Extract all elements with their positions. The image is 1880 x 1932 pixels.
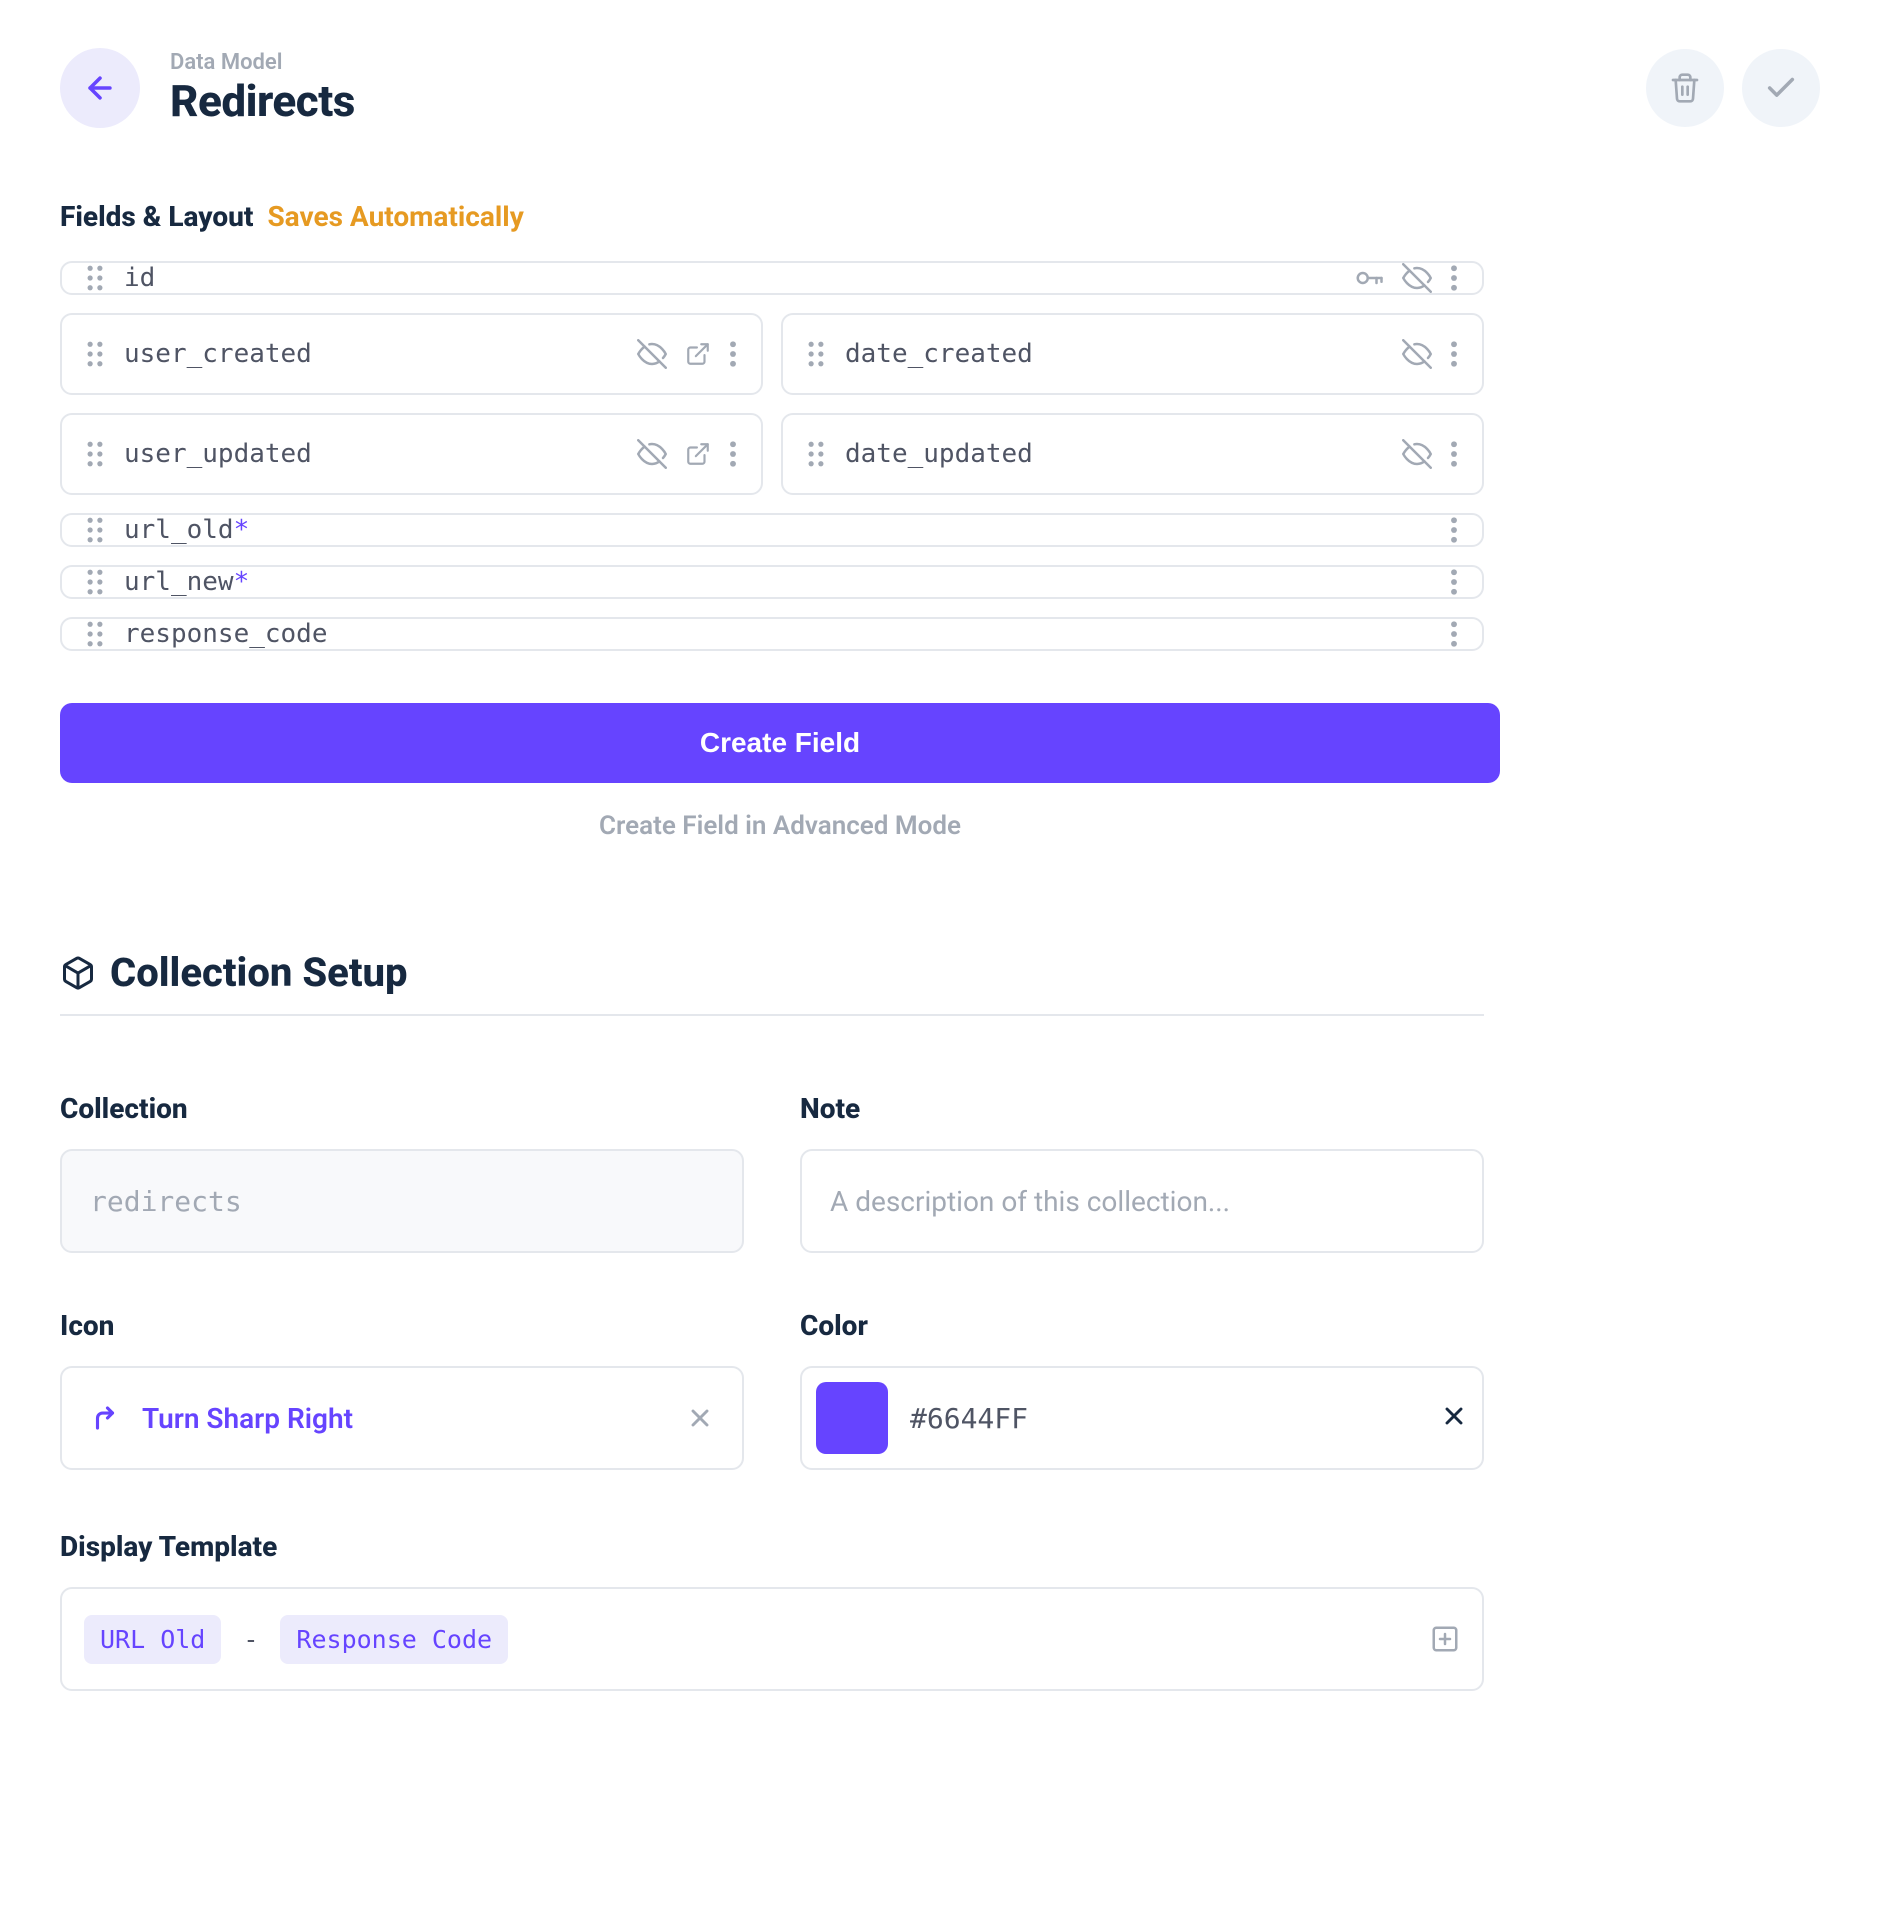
color-group: Color #6644FF	[800, 1309, 1484, 1470]
drag-handle-icon[interactable]	[86, 621, 104, 647]
field-menu-button[interactable]	[1450, 621, 1458, 647]
check-icon	[1764, 71, 1798, 105]
drag-handle-icon[interactable]	[807, 341, 825, 367]
autosave-label: Saves Automatically	[267, 200, 523, 233]
field-actions	[637, 439, 737, 469]
key-icon	[1354, 263, 1384, 293]
field-row-response-code[interactable]: response_code	[60, 617, 1484, 651]
field-name: response_code	[124, 619, 1430, 649]
clear-color-button[interactable]	[1440, 1402, 1468, 1434]
box-icon	[60, 955, 96, 991]
field-row-url-old[interactable]: url_old*	[60, 513, 1484, 547]
trash-icon	[1669, 72, 1701, 104]
create-field-advanced-link[interactable]: Create Field in Advanced Mode	[60, 811, 1500, 841]
field-actions	[1402, 339, 1458, 369]
icon-label: Icon	[60, 1309, 744, 1342]
field-menu-button[interactable]	[1450, 441, 1458, 467]
drag-handle-icon[interactable]	[86, 569, 104, 595]
field-menu-button[interactable]	[1450, 265, 1458, 291]
create-field-button[interactable]: Create Field	[60, 703, 1500, 783]
template-chip[interactable]: URL Old	[84, 1615, 221, 1664]
field-name: date_updated	[845, 439, 1382, 469]
fields-section-heading: Fields & Layout Saves Automatically	[60, 200, 1820, 233]
field-menu-button[interactable]	[729, 341, 737, 367]
field-row-user-created[interactable]: user_created	[60, 313, 763, 395]
collection-label: Collection	[60, 1092, 744, 1125]
fields-list: id user_created date_created	[60, 261, 1484, 651]
field-menu-button[interactable]	[1450, 517, 1458, 543]
color-input[interactable]: #6644FF	[800, 1366, 1484, 1470]
collection-input	[60, 1149, 744, 1253]
delete-button[interactable]	[1646, 49, 1724, 127]
collection-setup-title: Collection Setup	[110, 949, 408, 996]
color-value: #6644FF	[910, 1402, 1418, 1435]
turn-sharp-right-icon	[90, 1403, 120, 1433]
display-template-label: Display Template	[60, 1530, 1484, 1563]
clear-icon-button[interactable]	[686, 1404, 714, 1432]
field-menu-button[interactable]	[1450, 341, 1458, 367]
template-separator: -	[237, 1625, 264, 1654]
note-group: Note	[800, 1092, 1484, 1253]
drag-handle-icon[interactable]	[86, 341, 104, 367]
hidden-icon[interactable]	[637, 439, 667, 469]
field-actions	[1450, 621, 1458, 647]
field-actions	[1402, 439, 1458, 469]
color-swatch[interactable]	[816, 1382, 888, 1454]
field-name: url_new*	[124, 567, 1430, 597]
field-name: date_created	[845, 339, 1382, 369]
close-icon	[686, 1404, 714, 1432]
close-icon	[1440, 1402, 1468, 1430]
page-title: Redirects	[170, 75, 355, 127]
collection-name-group: Collection	[60, 1092, 744, 1253]
field-actions	[1450, 517, 1458, 543]
color-label: Color	[800, 1309, 1484, 1342]
display-template-input[interactable]: URL Old - Response Code	[60, 1587, 1484, 1691]
header-left: Data Model Redirects	[60, 48, 355, 128]
field-name: user_created	[124, 339, 617, 369]
hidden-icon[interactable]	[1402, 263, 1432, 293]
hidden-icon[interactable]	[1402, 339, 1432, 369]
icon-value: Turn Sharp Right	[142, 1402, 664, 1435]
template-chip[interactable]: Response Code	[280, 1615, 508, 1664]
drag-handle-icon[interactable]	[807, 441, 825, 467]
back-button[interactable]	[60, 48, 140, 128]
add-template-field-button[interactable]	[1430, 1624, 1460, 1654]
plus-square-icon	[1430, 1624, 1460, 1654]
arrow-left-icon	[83, 71, 117, 105]
open-external-icon[interactable]	[685, 441, 711, 467]
open-external-icon[interactable]	[685, 341, 711, 367]
field-name: user_updated	[124, 439, 617, 469]
field-row-date-created[interactable]: date_created	[781, 313, 1484, 395]
setup-grid: Collection Note Icon Turn Sharp Right Co…	[60, 1092, 1484, 1470]
icon-group: Icon Turn Sharp Right	[60, 1309, 744, 1470]
hidden-icon[interactable]	[1402, 439, 1432, 469]
field-actions	[637, 339, 737, 369]
page-subtitle: Data Model	[170, 50, 355, 75]
field-row-date-updated[interactable]: date_updated	[781, 413, 1484, 495]
fields-section-label: Fields & Layout	[60, 200, 253, 233]
collection-setup-heading: Collection Setup	[60, 949, 1484, 1016]
field-menu-button[interactable]	[1450, 569, 1458, 595]
field-row-url-new[interactable]: url_new*	[60, 565, 1484, 599]
field-row-user-updated[interactable]: user_updated	[60, 413, 763, 495]
field-actions	[1354, 263, 1458, 293]
drag-handle-icon[interactable]	[86, 517, 104, 543]
field-row-id[interactable]: id	[60, 261, 1484, 295]
header-titles: Data Model Redirects	[170, 50, 355, 127]
field-menu-button[interactable]	[729, 441, 737, 467]
drag-handle-icon[interactable]	[86, 265, 104, 291]
display-template-group: Display Template URL Old - Response Code	[60, 1530, 1484, 1691]
save-button[interactable]	[1742, 49, 1820, 127]
page-header: Data Model Redirects	[60, 48, 1820, 128]
drag-handle-icon[interactable]	[86, 441, 104, 467]
field-name: id	[124, 263, 1334, 293]
note-input[interactable]	[800, 1149, 1484, 1253]
hidden-icon[interactable]	[637, 339, 667, 369]
icon-input[interactable]: Turn Sharp Right	[60, 1366, 744, 1470]
field-actions	[1450, 569, 1458, 595]
field-name: url_old*	[124, 515, 1430, 545]
header-actions	[1646, 49, 1820, 127]
note-label: Note	[800, 1092, 1484, 1125]
